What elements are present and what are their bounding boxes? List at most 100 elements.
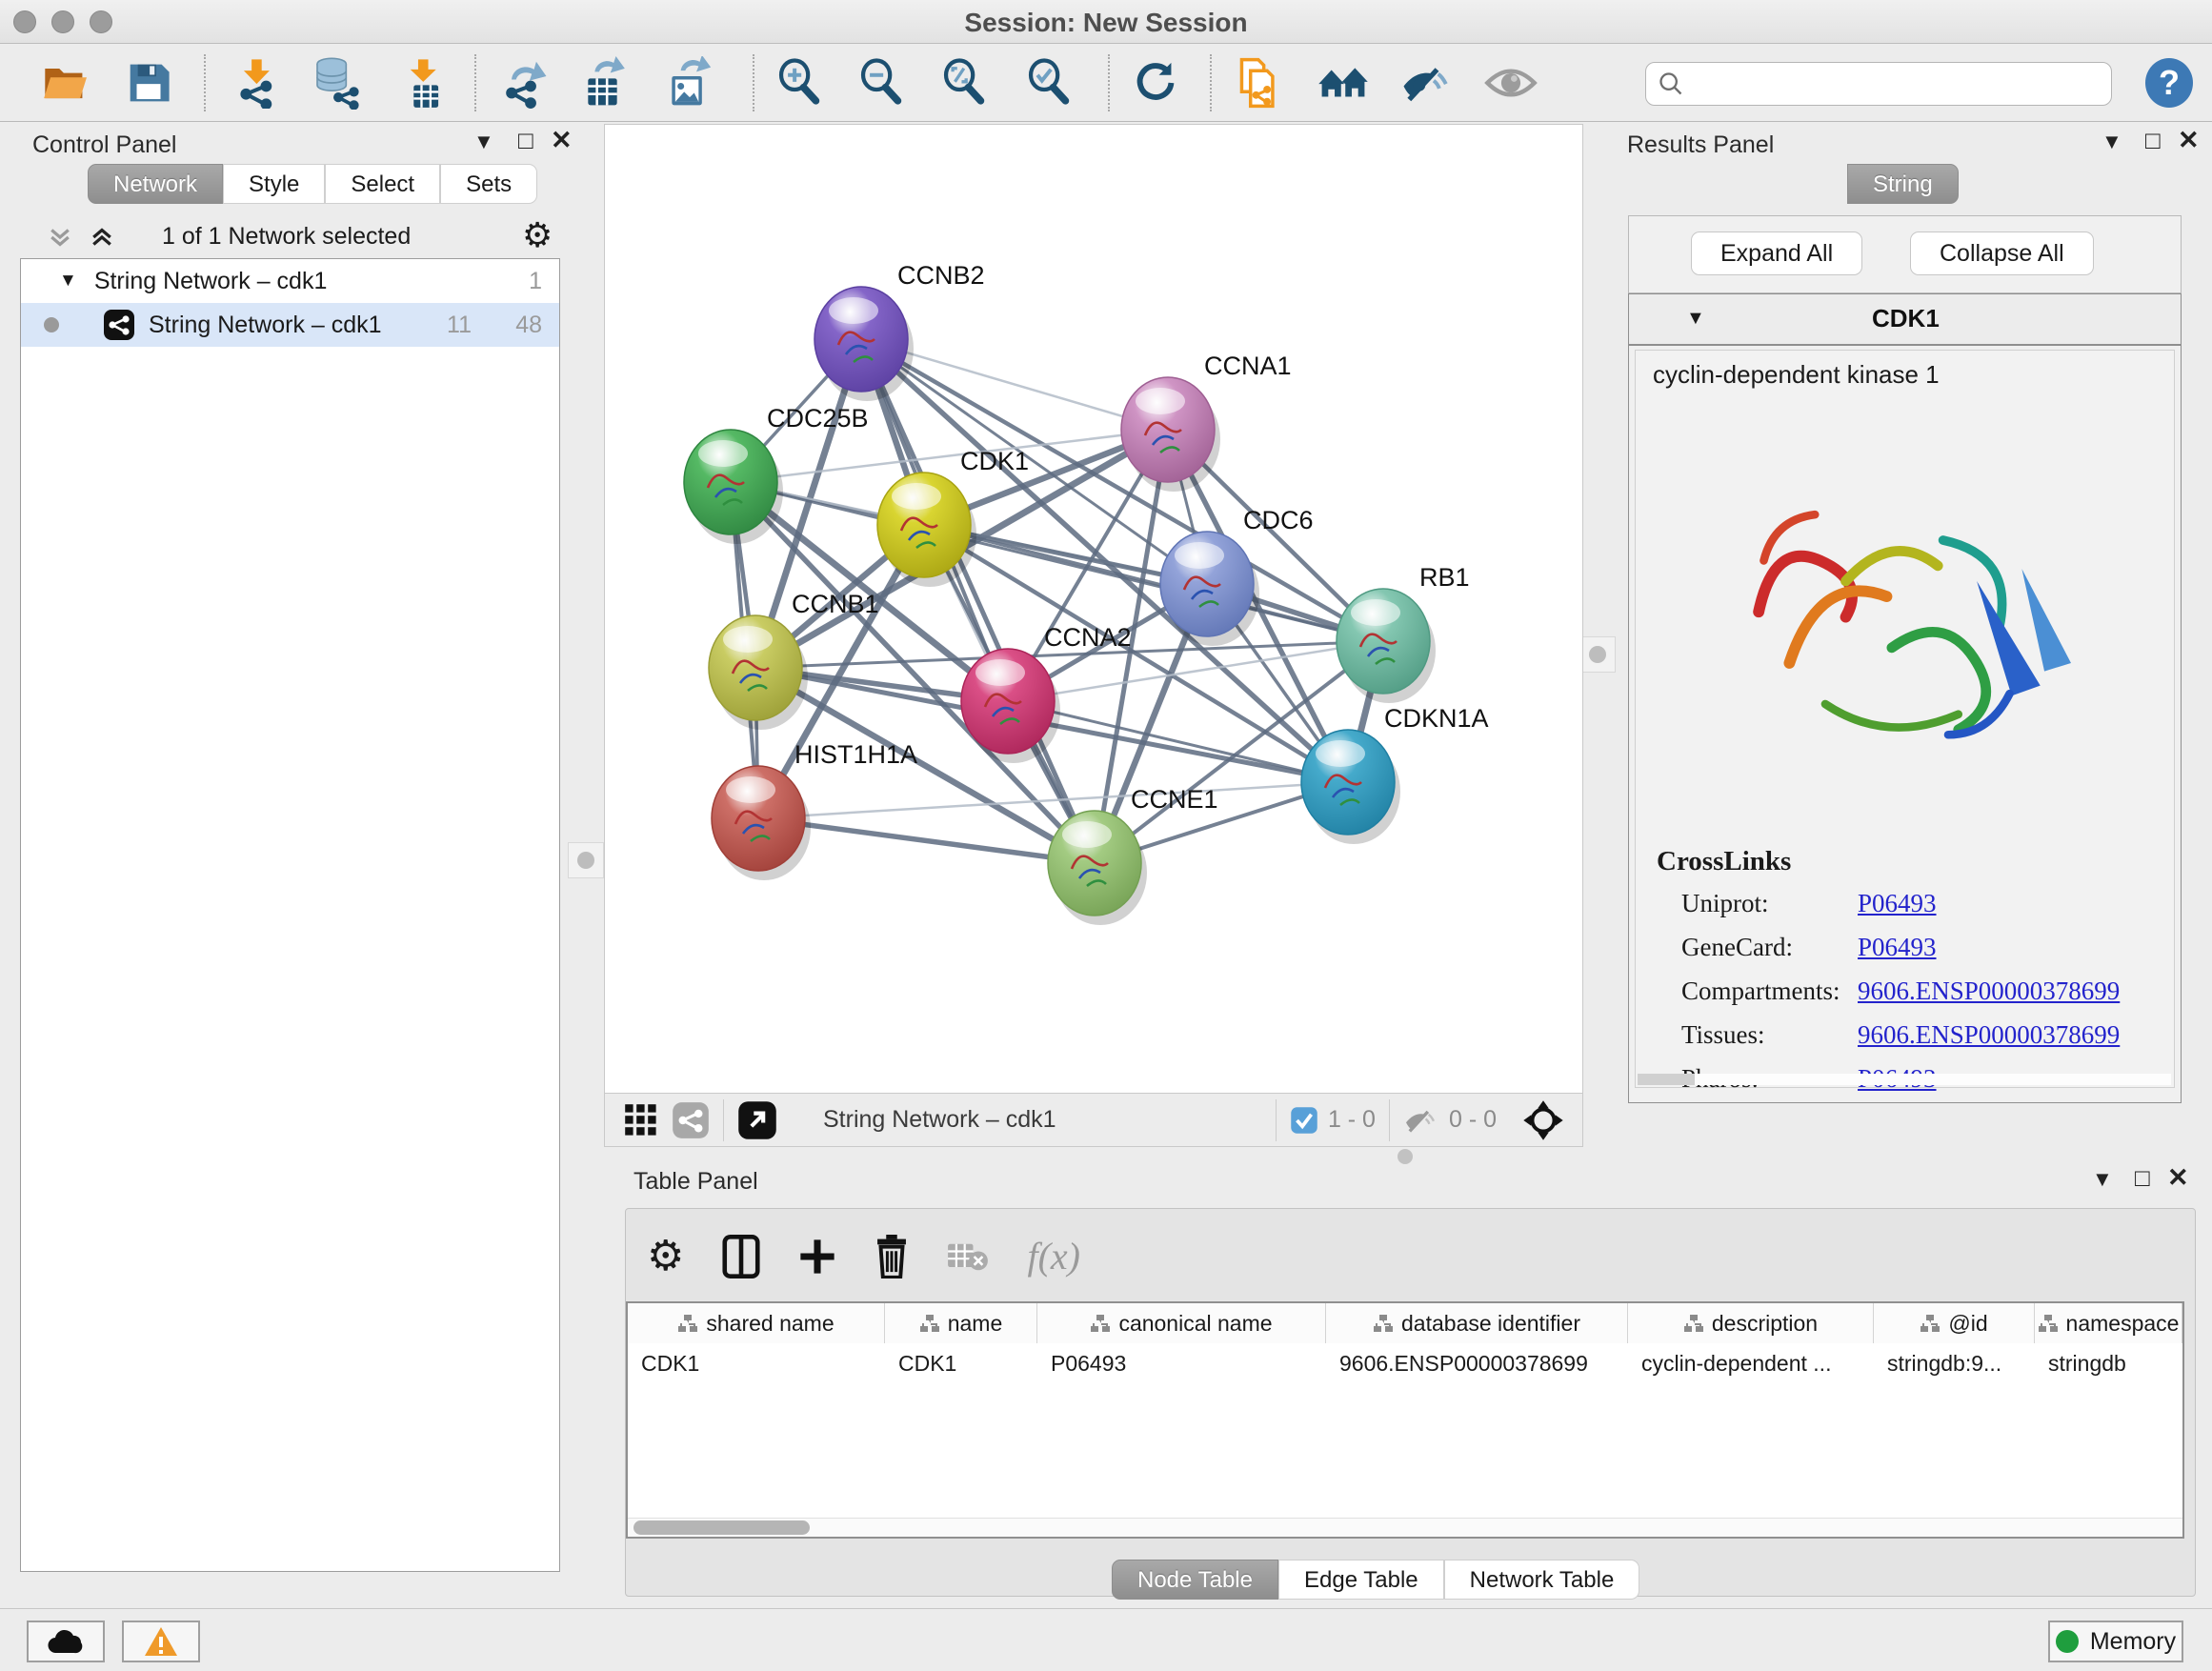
gene-expander-icon[interactable]: ▼ xyxy=(1686,308,1705,330)
open-session-icon[interactable] xyxy=(38,56,91,110)
network-options-gear-icon[interactable]: ⚙ xyxy=(522,215,553,255)
selected-checkbox-icon[interactable] xyxy=(1290,1106,1318,1135)
network-node-cdk1[interactable]: CDK1 xyxy=(877,447,1029,587)
table-panel-menu-icon[interactable]: ▼ xyxy=(2092,1167,2113,1192)
table-cell[interactable]: stringdb:9... xyxy=(1874,1343,2035,1383)
column-header--id[interactable]: @id xyxy=(1874,1303,2035,1343)
zoom-fit-icon[interactable] xyxy=(938,56,992,110)
table-cell[interactable]: cyclin-dependent ... xyxy=(1628,1343,1874,1383)
preview-eye-icon[interactable] xyxy=(1484,56,1538,110)
table-panel-close-icon[interactable]: ✕ xyxy=(2167,1163,2189,1193)
import-network-database-icon[interactable] xyxy=(311,56,364,110)
export-image-icon[interactable] xyxy=(663,56,716,110)
network-view-icon[interactable] xyxy=(672,1101,710,1139)
export-network-icon[interactable] xyxy=(497,56,551,110)
results-panel-menu-icon[interactable]: ▼ xyxy=(2101,130,2122,154)
network-canvas[interactable]: CCNB2CCNA1CDC25BCDK1CDC6RB1CCNB1CCNA2CDK… xyxy=(604,124,1583,1094)
column-type-icon xyxy=(919,1314,940,1333)
table-panel-float-icon[interactable]: □ xyxy=(2135,1163,2150,1193)
birdseye-view-icon[interactable] xyxy=(1521,1098,1565,1142)
gene-header[interactable]: ▼ CDK1 xyxy=(1629,294,2181,346)
results-panel-close-icon[interactable]: ✕ xyxy=(2178,126,2200,155)
network-row[interactable]: String Network – cdk1 11 48 xyxy=(21,303,559,347)
network-node-rb1[interactable]: RB1 xyxy=(1337,563,1470,703)
zoom-selected-icon[interactable] xyxy=(1023,56,1076,110)
zoom-out-icon[interactable] xyxy=(855,56,909,110)
delete-table-icon[interactable] xyxy=(947,1239,989,1274)
warning-button[interactable] xyxy=(122,1621,200,1662)
tab-select[interactable]: Select xyxy=(325,164,440,204)
cloud-button[interactable] xyxy=(27,1621,105,1662)
column-header-description[interactable]: description xyxy=(1628,1303,1874,1343)
expand-all-icon[interactable] xyxy=(88,223,116,252)
tab-sets[interactable]: Sets xyxy=(440,164,537,204)
network-edge[interactable] xyxy=(861,339,1095,863)
table-cell[interactable]: P06493 xyxy=(1037,1343,1326,1383)
column-header-namespace[interactable]: namespace xyxy=(2035,1303,2182,1343)
import-network-file-icon[interactable] xyxy=(231,56,284,110)
crosslink-value[interactable]: P06493 xyxy=(1858,889,1937,918)
zoom-in-icon[interactable] xyxy=(774,56,827,110)
right-splitter-handle[interactable] xyxy=(1579,636,1616,673)
crosslink-value[interactable]: 9606.ENSP00000378699 xyxy=(1858,976,2120,1006)
table-cell[interactable]: CDK1 xyxy=(885,1343,1037,1383)
search-input[interactable] xyxy=(1645,62,2112,106)
results-hscrollbar[interactable] xyxy=(1638,1074,2171,1085)
results-panel-float-icon[interactable]: □ xyxy=(2145,126,2161,155)
delete-column-icon[interactable] xyxy=(875,1235,909,1278)
control-panel-close-icon[interactable]: ✕ xyxy=(551,126,573,155)
network-node-cdc25b[interactable]: CDC25B xyxy=(684,404,869,544)
save-session-icon[interactable] xyxy=(122,56,175,110)
help-button[interactable]: ? xyxy=(2145,58,2193,108)
network-node-ccnb1[interactable]: CCNB1 xyxy=(709,590,879,730)
column-header-database-identifier[interactable]: database identifier xyxy=(1326,1303,1628,1343)
import-table-file-icon[interactable] xyxy=(398,56,452,110)
crosslink-value[interactable]: 9606.ENSP00000378699 xyxy=(1858,1020,2120,1050)
table-cell[interactable]: CDK1 xyxy=(628,1343,885,1383)
table-settings-gear-icon[interactable]: ⚙ xyxy=(647,1232,684,1280)
control-panel-float-icon[interactable]: □ xyxy=(518,126,533,155)
network-node-ccna1[interactable]: CCNA1 xyxy=(1121,352,1292,492)
crosslink-label: Compartments: xyxy=(1681,976,1840,1005)
tab-network[interactable]: Network xyxy=(88,164,223,204)
collapse-all-button[interactable]: Collapse All xyxy=(1910,232,2094,275)
column-header-shared-name[interactable]: shared name xyxy=(628,1303,885,1343)
show-columns-icon[interactable] xyxy=(722,1235,760,1278)
column-header-canonical-name[interactable]: canonical name xyxy=(1037,1303,1326,1343)
hidden-count: 0 - 0 xyxy=(1449,1106,1497,1134)
function-builder-icon[interactable]: f(x) xyxy=(1027,1234,1080,1278)
tab-style[interactable]: Style xyxy=(223,164,325,204)
column-header-name[interactable]: name xyxy=(885,1303,1037,1343)
refresh-icon[interactable] xyxy=(1129,56,1182,110)
control-panel-menu-icon[interactable]: ▼ xyxy=(473,130,494,154)
table-hscrollbar-thumb[interactable] xyxy=(633,1520,810,1535)
network-node-ccnb2[interactable]: CCNB2 xyxy=(814,261,985,401)
export-table-icon[interactable] xyxy=(579,56,633,110)
crosslink-value[interactable]: P06493 xyxy=(1858,933,1937,962)
network-edge[interactable] xyxy=(924,525,1383,641)
table-row[interactable]: CDK1CDK1P064939606.ENSP00000378699cyclin… xyxy=(628,1343,2182,1383)
network-node-cdkn1a[interactable]: CDKN1A xyxy=(1301,704,1489,844)
tab-edge-table[interactable]: Edge Table xyxy=(1278,1560,1444,1600)
collapse-all-icon[interactable] xyxy=(46,223,74,252)
tab-node-table[interactable]: Node Table xyxy=(1112,1560,1278,1600)
left-splitter-handle[interactable] xyxy=(568,842,604,878)
collection-expander-icon[interactable]: ▼ xyxy=(59,271,77,292)
toggle-visibility-icon[interactable] xyxy=(1400,56,1454,110)
hidden-eye-icon[interactable] xyxy=(1403,1105,1439,1136)
grid-view-icon[interactable] xyxy=(624,1103,658,1137)
table-cell[interactable]: 9606.ENSP00000378699 xyxy=(1326,1343,1628,1383)
open-in-new-window-icon[interactable] xyxy=(737,1100,777,1140)
tab-network-table[interactable]: Network Table xyxy=(1444,1560,1640,1600)
add-column-icon[interactable] xyxy=(798,1238,836,1276)
search-field[interactable] xyxy=(1684,70,2111,98)
duplicate-network-icon[interactable] xyxy=(1233,56,1286,110)
network-node-ccne1[interactable]: CCNE1 xyxy=(1048,785,1218,925)
memory-button[interactable]: Memory xyxy=(2048,1621,2183,1662)
expand-all-button[interactable]: Expand All xyxy=(1691,232,1862,275)
houses-icon[interactable] xyxy=(1317,56,1370,110)
table-hscrollbar[interactable] xyxy=(628,1518,2182,1537)
tab-string[interactable]: String xyxy=(1847,164,1959,204)
network-collection-row[interactable]: ▼ String Network – cdk1 1 xyxy=(21,259,559,303)
table-cell[interactable]: stringdb xyxy=(2035,1343,2182,1383)
